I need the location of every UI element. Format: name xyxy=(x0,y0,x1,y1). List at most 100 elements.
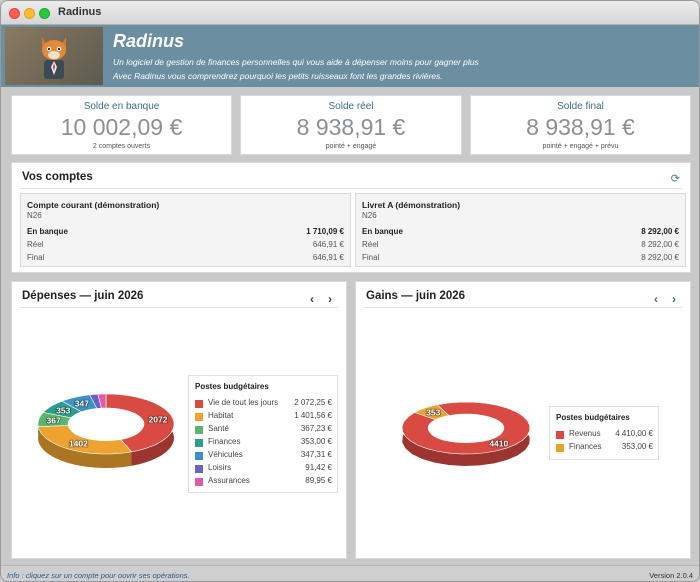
account-row-label: Final xyxy=(362,253,380,262)
zoom-window-button[interactable] xyxy=(39,8,50,19)
fox-mascot-icon xyxy=(42,37,66,79)
account-row-label: Réel xyxy=(27,240,44,249)
legend-item-amount: 367,23 € xyxy=(300,424,332,433)
legend-item-name: Santé xyxy=(208,424,229,433)
legend-swatch xyxy=(195,400,203,408)
account-row-value: 8 292,00 € xyxy=(641,227,679,236)
legend-title: Postes budgétaires xyxy=(195,382,269,391)
window-title: Radinus xyxy=(58,6,102,18)
kpi-value: 10 002,09 € xyxy=(60,114,183,140)
legend-item: Finances 353,00 € xyxy=(556,442,653,454)
legend-title: Postes budgétaires xyxy=(556,413,630,422)
legend-swatch xyxy=(195,413,203,421)
kpi-subtitle: pointé + engagé xyxy=(325,143,377,150)
income-donut-chart: 4410 353 xyxy=(401,401,531,466)
account-row-label: Réel xyxy=(362,240,379,249)
account-card-checking[interactable]: Compte courant (démonstration) N26 En ba… xyxy=(20,193,351,267)
title-bar: Radinus xyxy=(1,1,699,25)
legend-swatch xyxy=(556,444,564,452)
app-tagline-secondary: Avec Radinus vous comprendrez pourquoi l… xyxy=(113,71,443,81)
account-row-value: 8 292,00 € xyxy=(641,240,679,249)
legend-item-amount: 89,95 € xyxy=(305,476,332,485)
next-month-button[interactable]: › xyxy=(672,292,676,306)
legend-item-name: Véhicules xyxy=(208,450,243,459)
previous-month-button[interactable]: ‹ xyxy=(654,292,658,306)
slice-label-1: 1402 xyxy=(69,439,88,449)
refresh-icon[interactable]: ⟳ xyxy=(671,172,680,185)
account-row-label: Final xyxy=(27,253,45,262)
legend-item-amount: 91,42 € xyxy=(305,463,332,472)
legend-item: Finances 353,00 € xyxy=(195,437,332,449)
legend-item: Revenus 4 410,00 € xyxy=(556,429,653,441)
account-row-label: En banque xyxy=(362,227,403,236)
expenses-donut-chart: 2072 1402 367353 347 xyxy=(37,393,175,468)
legend-swatch xyxy=(195,452,203,460)
slice-label-0: 2072 xyxy=(149,415,168,425)
legend-item-name: Revenus xyxy=(569,429,601,438)
section-divider xyxy=(364,307,682,308)
legend-swatch xyxy=(195,465,203,473)
account-bank: N26 xyxy=(362,211,377,220)
app-logo xyxy=(5,27,103,85)
previous-month-button[interactable]: ‹ xyxy=(310,292,314,306)
legend-item: Véhicules 347,31 € xyxy=(195,450,332,462)
expenses-panel: Dépenses — juin 2026 ‹ › 2072 1402 367 353 3… xyxy=(11,281,347,559)
app-tagline: Un logiciel de gestion de finances perso… xyxy=(113,57,479,67)
kpi-label: Solde en banque xyxy=(83,101,160,112)
account-bank: N26 xyxy=(27,211,42,220)
account-row-value: 1 710,09 € xyxy=(306,227,344,236)
kpi-label: Solde réel xyxy=(328,101,374,112)
minimize-window-button[interactable] xyxy=(24,8,35,19)
slice-label-4: 347 xyxy=(75,399,89,409)
slice-label-3: 353 xyxy=(56,405,70,415)
kpi-card-final-balance: Solde final 8 938,91 € pointé + engagé +… xyxy=(470,95,691,155)
legend-swatch xyxy=(195,426,203,434)
legend-swatch xyxy=(195,439,203,447)
expenses-title: Dépenses — juin 2026 xyxy=(22,290,144,302)
section-divider xyxy=(20,307,338,308)
legend-item-amount: 353,00 € xyxy=(300,437,332,446)
kpi-card-real-balance: Solde réel 8 938,91 € pointé + engagé xyxy=(240,95,462,155)
donut-hole xyxy=(69,411,143,441)
legend-item-amount: 347,31 € xyxy=(300,450,332,459)
status-info: Info : cliquez sur un compte pour ouvrir… xyxy=(7,571,190,580)
income-legend: Postes budgétaires Revenus 4 410,00 € Fina… xyxy=(549,406,659,460)
legend-item-name: Loisirs xyxy=(208,463,232,472)
legend-item: Santé 367,23 € xyxy=(195,424,332,436)
accounts-section: Vos comptes ⟳ Compte courant (démonstrat… xyxy=(11,162,691,273)
close-window-button[interactable] xyxy=(9,8,20,19)
legend-item-name: Finances xyxy=(208,437,241,446)
kpi-card-bank-balance: Solde en banque 10 002,09 € 2 comptes ou… xyxy=(11,95,232,155)
account-card-savings[interactable]: Livret A (démonstration) N26 En banque 8… xyxy=(355,193,686,267)
legend-swatch xyxy=(195,478,203,486)
version-label: Version 2.0.4 xyxy=(649,571,693,580)
kpi-label: Solde final xyxy=(557,101,604,112)
legend-item-amount: 1 401,56 € xyxy=(294,411,332,420)
legend-item-name: Assurances xyxy=(208,476,250,485)
accounts-section-title: Vos comptes xyxy=(22,171,93,183)
app-name: Radinus xyxy=(113,31,185,51)
app-window: Radinus Radinus Un logiciel de gestion d… xyxy=(0,0,700,582)
status-bar: Info : cliquez sur un compte pour ouvrir… xyxy=(1,565,699,581)
slice-label-1: 353 xyxy=(426,408,440,418)
legend-item-amount: 4 410,00 € xyxy=(615,429,653,438)
account-row-value: 646,91 € xyxy=(312,240,344,249)
legend-item-name: Finances xyxy=(569,442,602,451)
kpi-subtitle: pointé + engagé + prévu xyxy=(542,143,619,150)
legend-item: Vie de tout les jours 2 072,25 € xyxy=(195,398,332,410)
expenses-legend: Postes budgétaires Vie de tout les jours… xyxy=(188,375,338,493)
section-divider xyxy=(20,188,682,189)
legend-item: Loisirs 91,42 € xyxy=(195,463,332,475)
app-banner: Radinus Un logiciel de gestion de financ… xyxy=(1,25,699,87)
income-panel: Gains — juin 2026 ‹ › 4410 353 Postes bud… xyxy=(355,281,691,559)
account-row-value: 8 292,00 € xyxy=(641,253,679,262)
legend-item-amount: 353,00 € xyxy=(621,442,653,451)
next-month-button[interactable]: › xyxy=(328,292,332,306)
slice-label-0: 4410 xyxy=(489,438,508,448)
legend-item-name: Vie de tout les jours xyxy=(208,398,279,407)
kpi-subtitle: 2 comptes ouverts xyxy=(92,143,151,150)
legend-item: Habitat 1 401,56 € xyxy=(195,411,332,423)
income-title: Gains — juin 2026 xyxy=(366,290,466,302)
legend-item-name: Habitat xyxy=(208,411,234,420)
account-name: Compte courant (démonstration) xyxy=(27,200,160,210)
